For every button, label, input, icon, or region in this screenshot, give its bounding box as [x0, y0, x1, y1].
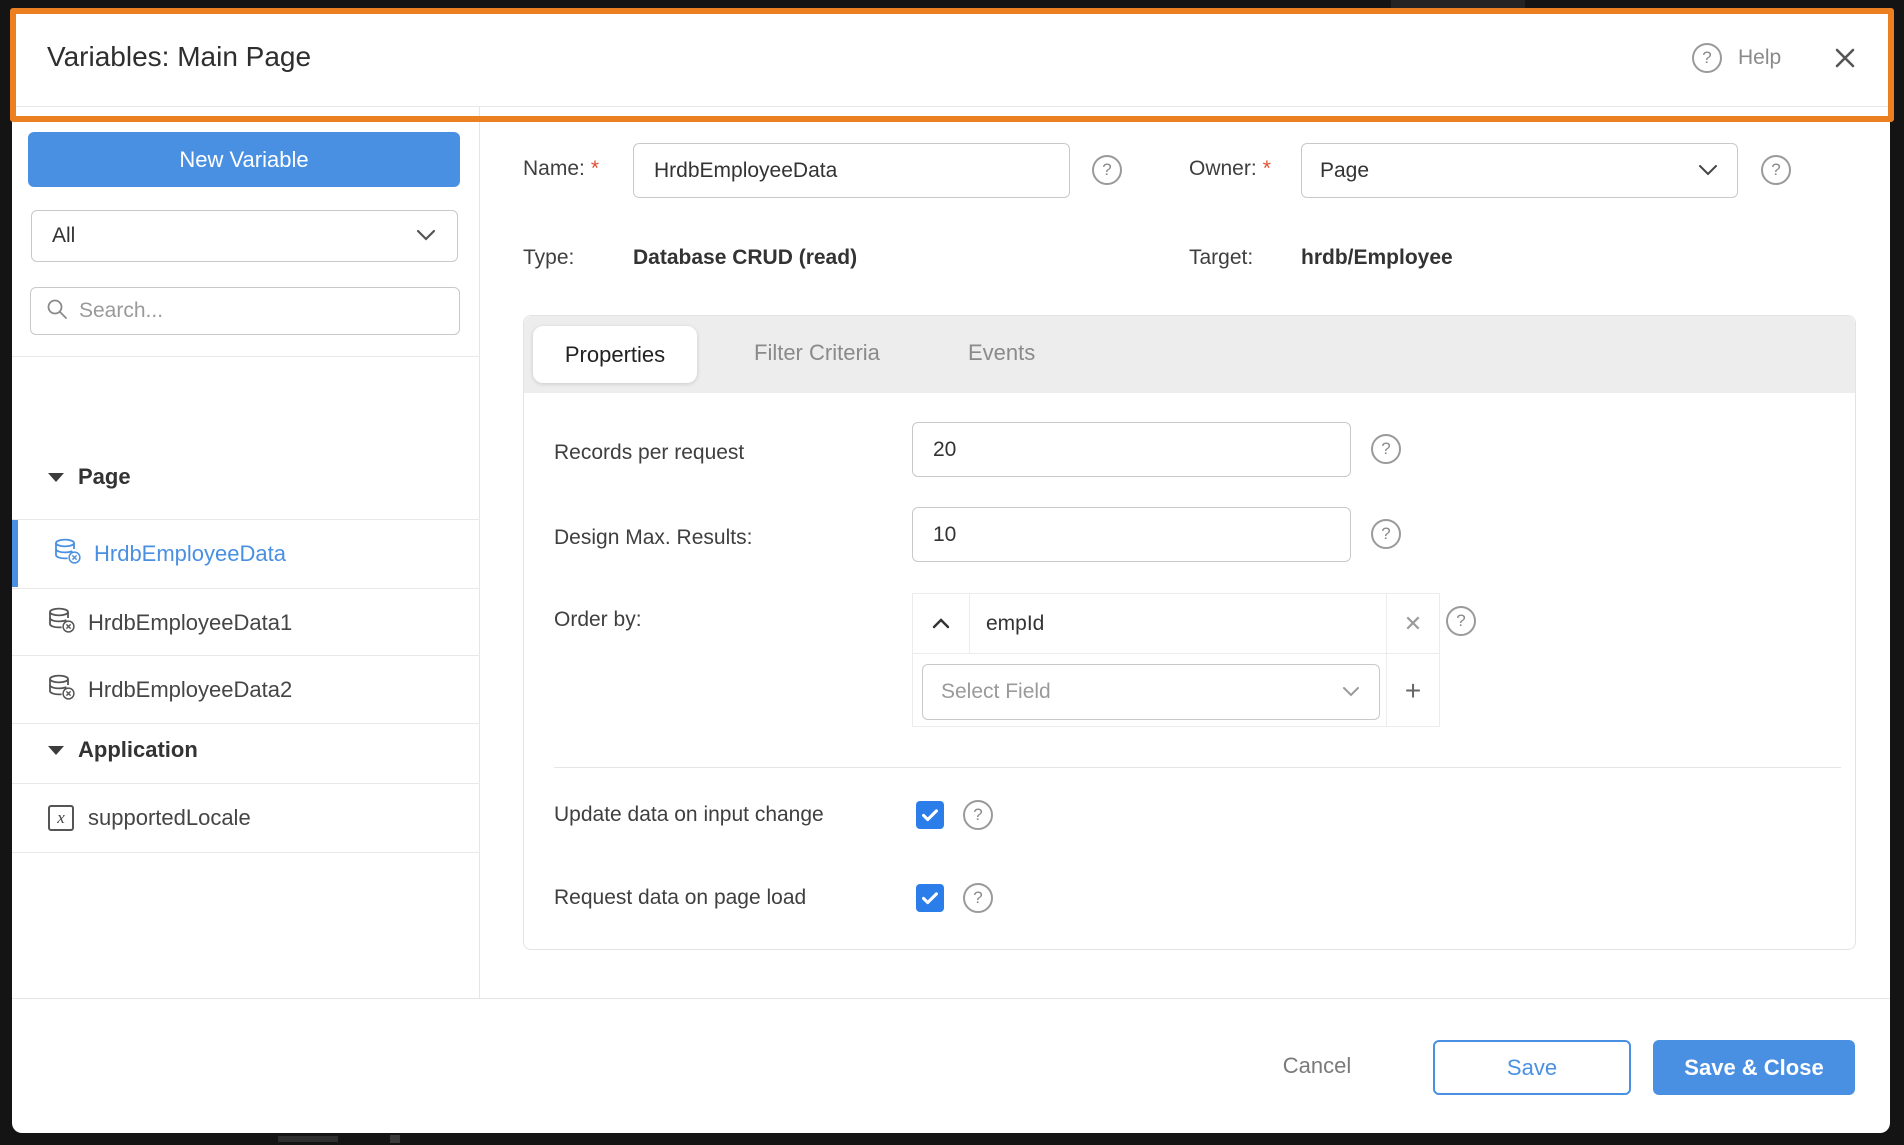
question-glyph: ?: [973, 888, 983, 907]
question-glyph: ?: [1771, 160, 1781, 179]
background-window-fragment: [1391, 0, 1525, 9]
update-data-checkbox[interactable]: [916, 801, 944, 829]
order-by-row: empId ✕: [913, 594, 1439, 654]
section-label: Application: [78, 737, 198, 762]
design-max-results-label: Design Max. Results:: [554, 526, 753, 549]
divider: [12, 852, 480, 853]
design-max-results-input[interactable]: [912, 507, 1351, 562]
required-asterisk: *: [1262, 157, 1271, 180]
tab-filter-criteria[interactable]: Filter Criteria: [754, 340, 880, 366]
background-window-fragment: [278, 1136, 338, 1142]
question-glyph: ?: [1381, 439, 1391, 458]
divider: [554, 767, 1841, 768]
help-icon[interactable]: ?: [963, 883, 993, 913]
type-value: Database CRUD (read): [633, 246, 858, 269]
search-input[interactable]: [79, 299, 445, 323]
help-icon[interactable]: ?: [1371, 434, 1401, 464]
help-link[interactable]: Help: [1738, 46, 1781, 70]
name-label: Name: *: [523, 157, 600, 180]
variable-item-hrdbemployeedata1[interactable]: HrdbEmployeeData1: [12, 589, 479, 656]
help-icon[interactable]: ?: [1092, 155, 1122, 185]
chevron-down-icon: [1697, 159, 1719, 183]
section-header-application[interactable]: Application: [12, 727, 480, 773]
save-and-close-button[interactable]: Save & Close: [1653, 1040, 1855, 1095]
variables-sidebar: New Variable All Page HrdbEmployeeData: [12, 107, 480, 998]
request-data-on-page-load-label: Request data on page load: [554, 886, 807, 909]
sort-ascending-icon[interactable]: [913, 594, 970, 653]
question-glyph: ?: [1381, 524, 1391, 543]
target-label: Target:: [1189, 246, 1254, 269]
question-glyph: ?: [1702, 48, 1712, 67]
save-button[interactable]: Save: [1433, 1040, 1631, 1095]
divider: [12, 998, 1890, 999]
variable-item-label: supportedLocale: [88, 804, 251, 830]
section-header-page[interactable]: Page: [12, 454, 480, 500]
divider: [12, 723, 480, 724]
owner-select[interactable]: Page: [1301, 143, 1738, 198]
update-data-on-input-change-label: Update data on input change: [554, 803, 824, 826]
name-input[interactable]: [633, 143, 1070, 198]
variable-item-label: HrdbEmployeeData: [94, 540, 286, 566]
database-variable-icon: [46, 673, 76, 706]
question-glyph: ?: [1102, 160, 1112, 179]
request-data-checkbox[interactable]: [916, 884, 944, 912]
model-variable-icon: x: [48, 804, 74, 831]
help-icon[interactable]: ?: [1761, 155, 1791, 185]
variable-item-label: HrdbEmployeeData2: [88, 676, 293, 702]
filter-selected-value: All: [52, 224, 76, 247]
section-label: Page: [78, 464, 131, 489]
variable-item-hrdbemployeedata2[interactable]: HrdbEmployeeData2: [12, 656, 479, 723]
database-variable-icon: [52, 537, 82, 570]
variable-item-label: HrdbEmployeeData1: [88, 609, 293, 635]
question-glyph: ?: [1456, 611, 1466, 630]
new-variable-button[interactable]: New Variable: [28, 132, 460, 187]
required-asterisk: *: [590, 157, 600, 180]
variable-item-supportedlocale[interactable]: x supportedLocale: [12, 784, 479, 851]
target-value: hrdb/Employee: [1301, 246, 1453, 269]
close-icon[interactable]: [1830, 43, 1860, 73]
variable-filter-select[interactable]: All: [31, 210, 458, 262]
tab-events[interactable]: Events: [968, 340, 1035, 366]
question-glyph: ?: [973, 805, 983, 824]
owner-label: Owner: *: [1189, 157, 1271, 180]
select-field-dropdown[interactable]: Select Field: [922, 664, 1380, 720]
chevron-down-icon: [415, 224, 437, 248]
owner-selected-value: Page: [1320, 158, 1370, 182]
chevron-down-icon: [1341, 680, 1361, 704]
dialog-title: Variables: Main Page: [47, 41, 312, 72]
search-icon: [45, 297, 69, 326]
collapse-triangle-icon: [48, 472, 64, 482]
variable-item-hrdbemployeedata[interactable]: HrdbEmployeeData: [12, 520, 479, 587]
collapse-triangle-icon: [48, 745, 64, 755]
help-icon[interactable]: ?: [1371, 519, 1401, 549]
remove-order-field-icon[interactable]: ✕: [1386, 594, 1439, 653]
search-box: [30, 287, 460, 335]
divider: [12, 356, 480, 357]
help-icon[interactable]: ?: [1446, 606, 1476, 636]
order-by-field-value[interactable]: empId: [970, 594, 1386, 653]
records-per-request-label: Records per request: [554, 441, 745, 464]
records-per-request-input[interactable]: [912, 422, 1351, 477]
help-icon[interactable]: ?: [1692, 43, 1722, 73]
tab-properties[interactable]: Properties: [533, 326, 697, 383]
variables-dialog: Variables: Main Page ? Help New Variable…: [12, 10, 1890, 1133]
order-by-editor: empId ✕ Select Field +: [912, 593, 1440, 727]
help-icon[interactable]: ?: [963, 800, 993, 830]
variable-properties-panel: Properties Filter Criteria Events Record…: [523, 315, 1856, 950]
add-order-field-icon[interactable]: +: [1386, 654, 1439, 727]
dialog-header: Variables: Main Page ? Help: [12, 10, 1890, 107]
cancel-button[interactable]: Cancel: [1252, 1053, 1382, 1079]
background-window-fragment: [390, 1135, 400, 1143]
select-field-placeholder: Select Field: [941, 680, 1051, 703]
order-by-label: Order by:: [554, 608, 642, 631]
database-variable-icon: [46, 606, 76, 639]
tab-bar: Properties Filter Criteria Events: [524, 316, 1855, 393]
type-label: Type:: [523, 246, 575, 269]
